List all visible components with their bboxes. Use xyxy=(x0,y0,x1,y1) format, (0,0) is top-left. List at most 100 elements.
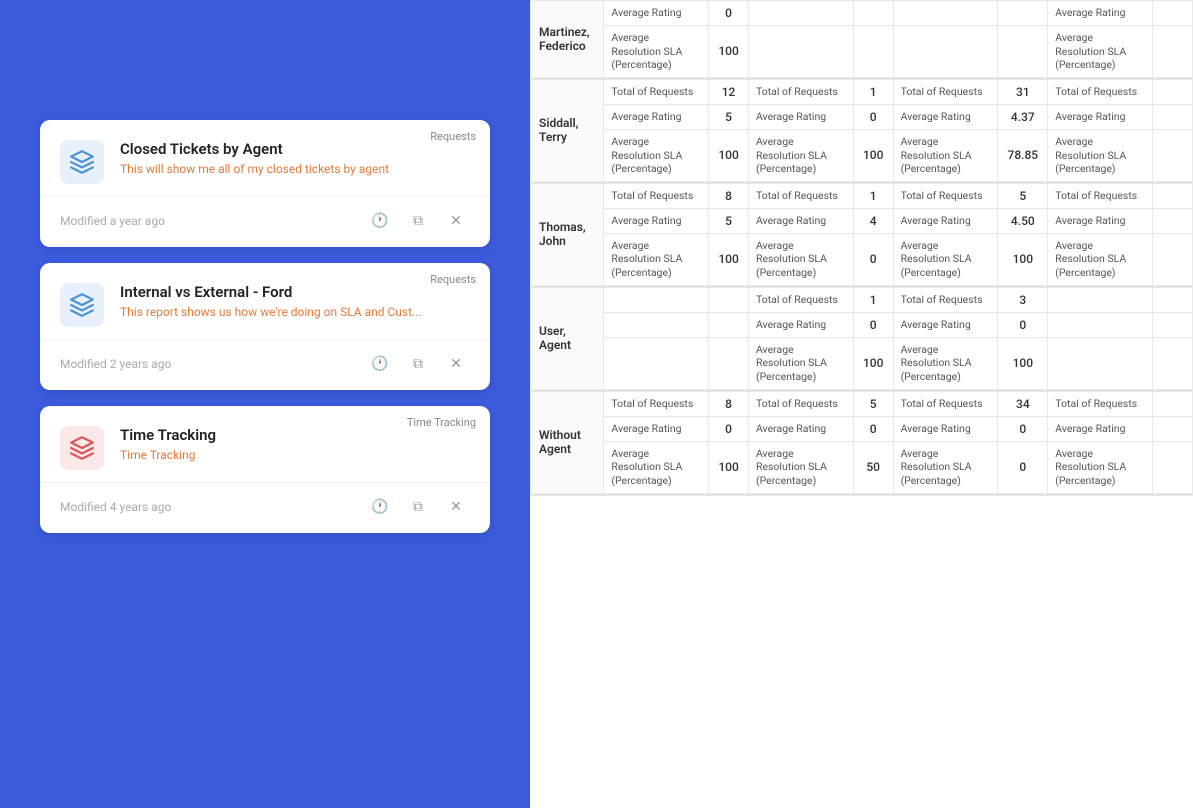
agent-name-2: Thomas, John xyxy=(531,183,604,285)
metric-label-1-2-0: Total of Requests xyxy=(893,79,998,104)
metric-value-3-3-2 xyxy=(1153,337,1193,389)
metric-label-4-0-1: Average Rating xyxy=(604,416,709,441)
report-card-1[interactable]: Requests Closed Tickets by Agent This wi… xyxy=(40,120,490,247)
metric-value-1-1-1: 0 xyxy=(853,104,893,129)
copy-button-1[interactable]: ⧉ xyxy=(404,207,432,235)
metric-label-4-0-2: Average Resolution SLA (Percentage) xyxy=(604,441,709,493)
table-row: Siddall, TerryTotal of Requests12Total o… xyxy=(531,79,1193,104)
card-description-2: This report shows us how we're doing on … xyxy=(120,305,422,319)
copy-button-2[interactable]: ⧉ xyxy=(404,350,432,378)
table-row: Average Rating0Average Rating0 xyxy=(531,312,1193,337)
metric-value-0-3-0 xyxy=(1153,1,1193,26)
metric-value-0-1-1 xyxy=(853,26,893,78)
metric-label-4-0-0: Total of Requests xyxy=(604,391,709,416)
metric-value-3-2-1: 0 xyxy=(998,312,1048,337)
metric-value-4-2-1: 0 xyxy=(998,416,1048,441)
metric-label-3-2-2: Average Resolution SLA (Percentage) xyxy=(893,337,998,389)
metric-label-1-2-1: Average Rating xyxy=(893,104,998,129)
metric-value-2-2-0: 5 xyxy=(998,183,1048,208)
metric-value-3-1-2: 100 xyxy=(853,337,893,389)
metric-value-4-0-2: 100 xyxy=(709,441,749,493)
report-card-3[interactable]: Time Tracking Time Tracking Time Trackin… xyxy=(40,406,490,533)
clock-button-2[interactable]: 🕐 xyxy=(366,350,394,378)
metric-label-3-0-1 xyxy=(604,312,709,337)
metric-value-1-3-2 xyxy=(1153,129,1193,181)
metric-label-1-0-0: Total of Requests xyxy=(604,79,709,104)
metric-value-4-1-2: 50 xyxy=(853,441,893,493)
metric-value-1-1-2: 100 xyxy=(853,129,893,181)
close-button-1[interactable]: ✕ xyxy=(442,207,470,235)
metric-label-0-3-1: Average Resolution SLA (Percentage) xyxy=(1048,26,1153,78)
metric-value-3-1-1: 0 xyxy=(853,312,893,337)
metric-label-1-2-2: Average Resolution SLA (Percentage) xyxy=(893,129,998,181)
metric-label-2-3-0: Total of Requests xyxy=(1048,183,1153,208)
metric-label-3-1-2: Average Resolution SLA (Percentage) xyxy=(748,337,853,389)
left-panel: Requests Closed Tickets by Agent This wi… xyxy=(0,0,530,808)
metric-label-1-1-2: Average Resolution SLA (Percentage) xyxy=(748,129,853,181)
metric-value-4-3-2 xyxy=(1153,441,1193,493)
metric-value-2-1-1: 4 xyxy=(853,208,893,233)
copy-button-3[interactable]: ⧉ xyxy=(404,493,432,521)
clock-button-3[interactable]: 🕐 xyxy=(366,493,394,521)
agent-name-1: Siddall, Terry xyxy=(531,79,604,181)
metric-label-3-1-0: Total of Requests xyxy=(748,287,853,312)
metric-value-1-2-2: 78.85 xyxy=(998,129,1048,181)
report-card-2[interactable]: Requests Internal vs External - Ford Thi… xyxy=(40,263,490,390)
metric-value-1-3-1 xyxy=(1153,104,1193,129)
card-description-1: This will show me all of my closed ticke… xyxy=(120,162,389,176)
table-row: Average Resolution SLA (Percentage)100Av… xyxy=(531,233,1193,285)
metric-label-4-1-2: Average Resolution SLA (Percentage) xyxy=(748,441,853,493)
metric-value-3-3-0 xyxy=(1153,287,1193,312)
metric-label-0-2-1 xyxy=(893,26,998,78)
right-panel[interactable]: Martinez, FedericoAverage Rating0Average… xyxy=(530,0,1193,808)
metric-label-0-1-0 xyxy=(748,1,853,26)
table-row: User, AgentTotal of Requests1Total of Re… xyxy=(531,287,1193,312)
metric-value-1-0-0: 12 xyxy=(709,79,749,104)
table-row: Average Resolution SLA (Percentage)100Av… xyxy=(531,337,1193,389)
metric-value-1-1-0: 1 xyxy=(853,79,893,104)
metric-label-1-1-1: Average Rating xyxy=(748,104,853,129)
card-description-3: Time Tracking xyxy=(120,448,216,462)
metric-label-1-3-1: Average Rating xyxy=(1048,104,1153,129)
metric-value-2-0-2: 100 xyxy=(709,233,749,285)
metric-value-4-1-0: 5 xyxy=(853,391,893,416)
metric-value-1-2-0: 31 xyxy=(998,79,1048,104)
metric-label-1-3-0: Total of Requests xyxy=(1048,79,1153,104)
card-modified-3: Modified 4 years ago xyxy=(60,500,171,514)
metric-label-1-1-0: Total of Requests xyxy=(748,79,853,104)
card-title-3: Time Tracking xyxy=(120,426,216,444)
metric-value-1-2-1: 4.37 xyxy=(998,104,1048,129)
cards-container: Requests Closed Tickets by Agent This wi… xyxy=(0,0,530,573)
metric-label-0-0-0: Average Rating xyxy=(604,1,709,26)
metric-label-1-0-1: Average Rating xyxy=(604,104,709,129)
metric-label-2-0-1: Average Rating xyxy=(604,208,709,233)
card-tag-2: Requests xyxy=(430,273,476,286)
close-button-3[interactable]: ✕ xyxy=(442,493,470,521)
metric-label-4-3-0: Total of Requests xyxy=(1048,391,1153,416)
metric-label-0-1-1 xyxy=(748,26,853,78)
card-title-2: Internal vs External - Ford xyxy=(120,283,422,301)
metric-label-2-0-0: Total of Requests xyxy=(604,183,709,208)
metric-label-0-3-0: Average Rating xyxy=(1048,1,1153,26)
metric-label-4-2-0: Total of Requests xyxy=(893,391,998,416)
metric-value-4-3-1 xyxy=(1153,416,1193,441)
metric-value-4-0-0: 8 xyxy=(709,391,749,416)
metric-label-2-1-1: Average Rating xyxy=(748,208,853,233)
metric-value-3-3-1 xyxy=(1153,312,1193,337)
metric-label-4-2-2: Average Resolution SLA (Percentage) xyxy=(893,441,998,493)
metric-label-3-3-0 xyxy=(1048,287,1153,312)
metric-value-0-0-0: 0 xyxy=(709,1,749,26)
metric-value-2-2-2: 100 xyxy=(998,233,1048,285)
clock-button-1[interactable]: 🕐 xyxy=(366,207,394,235)
table-row: Average Resolution SLA (Percentage)100Av… xyxy=(531,26,1193,78)
metric-label-0-2-0 xyxy=(893,1,998,26)
metric-label-0-0-1: Average Resolution SLA (Percentage) xyxy=(604,26,709,78)
close-button-2[interactable]: ✕ xyxy=(442,350,470,378)
metric-value-4-2-2: 0 xyxy=(998,441,1048,493)
agent-name-3: User, Agent xyxy=(531,287,604,389)
metric-label-2-2-2: Average Resolution SLA (Percentage) xyxy=(893,233,998,285)
metric-label-3-0-2 xyxy=(604,337,709,389)
table-row: Thomas, JohnTotal of Requests8Total of R… xyxy=(531,183,1193,208)
metric-value-4-3-0 xyxy=(1153,391,1193,416)
metric-value-0-2-1 xyxy=(998,26,1048,78)
